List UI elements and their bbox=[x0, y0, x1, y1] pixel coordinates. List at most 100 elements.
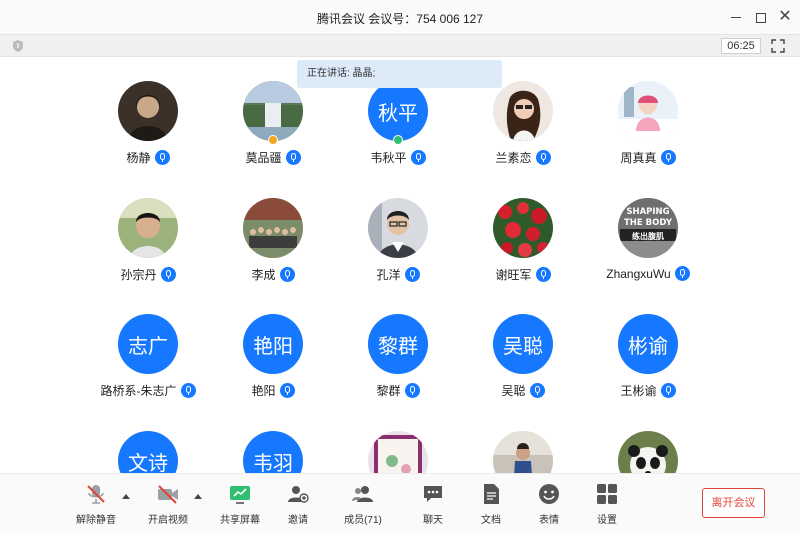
avatar: 秋平 bbox=[368, 81, 428, 141]
avatar: 艳阳 bbox=[243, 314, 303, 374]
document-icon bbox=[484, 484, 499, 504]
avatar-photo bbox=[493, 198, 553, 258]
avatar-photo bbox=[118, 81, 178, 141]
window-title: 腾讯会议 会议号：754 006 127 bbox=[316, 12, 484, 26]
unmute-button[interactable]: 解除静音 bbox=[66, 482, 126, 528]
participant-name: 韦秋平 bbox=[370, 151, 407, 165]
participant-name-row: 周真真 bbox=[588, 149, 708, 166]
avatar bbox=[243, 81, 303, 141]
shield-icon[interactable] bbox=[12, 39, 24, 53]
participant-name-row: 路桥系-朱志广 bbox=[88, 382, 208, 399]
share-screen-button[interactable]: 共享屏幕 bbox=[210, 482, 270, 528]
participant-name-row: 孔洋 bbox=[338, 266, 458, 283]
avatar: 志广 bbox=[118, 314, 178, 374]
docs-button[interactable]: 文档 bbox=[461, 482, 521, 528]
avatar-photo-text: SHAPING bbox=[626, 207, 669, 217]
mic-icon bbox=[279, 267, 295, 282]
avatar: SHAPING THE BODY 练出腹肌 bbox=[618, 198, 678, 258]
participant-name: 孔洋 bbox=[376, 268, 401, 282]
mic-icon bbox=[154, 150, 170, 165]
close-icon[interactable]: ✕ bbox=[776, 8, 794, 26]
participant-name-row: 谢旺军 bbox=[463, 266, 583, 283]
share-screen-icon bbox=[230, 486, 250, 504]
participant-name: 艳阳 bbox=[251, 384, 276, 398]
avatar: 彬谕 bbox=[618, 314, 678, 374]
participant-tile[interactable]: 杨静 bbox=[88, 57, 208, 172]
reactions-label: 表情 bbox=[539, 515, 559, 526]
reactions-button[interactable]: 表情 bbox=[519, 482, 579, 528]
participant-tile[interactable] bbox=[588, 407, 708, 473]
chat-button[interactable]: 聊天 bbox=[403, 482, 463, 528]
avatar-photo bbox=[368, 431, 428, 473]
avatar-photo bbox=[618, 431, 678, 473]
participant-tile[interactable]: 周真真 bbox=[588, 57, 708, 172]
participant-name-row: 黎群 bbox=[338, 382, 458, 399]
avatar-photo bbox=[243, 198, 303, 258]
invite-button[interactable]: 邀请 bbox=[268, 482, 328, 528]
participant-tile[interactable]: 韦羽 bbox=[213, 407, 333, 473]
participant-tile[interactable]: 孙宗丹 bbox=[88, 174, 208, 289]
mic-muted-icon bbox=[87, 485, 105, 504]
start-video-button[interactable]: 开启视频 bbox=[138, 482, 198, 528]
leave-meeting-button[interactable]: 离开会议 bbox=[702, 488, 765, 518]
meeting-timer: 06:25 bbox=[721, 38, 761, 54]
participant-tile[interactable]: 李成 bbox=[213, 174, 333, 289]
participant-name: ZhangxuWu bbox=[606, 267, 671, 281]
fullscreen-icon[interactable] bbox=[770, 38, 786, 54]
participant-tile[interactable]: 黎群 黎群 bbox=[338, 290, 458, 405]
avatar bbox=[368, 431, 428, 473]
mic-icon bbox=[660, 383, 676, 398]
mic-icon bbox=[674, 266, 690, 281]
participant-name: 吴聪 bbox=[501, 384, 526, 398]
add-user-icon bbox=[288, 486, 309, 503]
mic-icon bbox=[160, 267, 176, 282]
participant-tile[interactable] bbox=[463, 407, 583, 473]
mic-icon bbox=[535, 267, 551, 282]
avatar-photo bbox=[368, 198, 428, 258]
participant-name: 孙宗丹 bbox=[120, 268, 157, 282]
avatar: 韦羽 bbox=[243, 431, 303, 473]
title-bar: 腾讯会议 会议号：754 006 127 ✕ bbox=[0, 0, 800, 35]
participant-name: 谢旺军 bbox=[495, 268, 532, 282]
members-label: 成员(71) bbox=[344, 515, 382, 526]
participant-name: 杨静 bbox=[126, 151, 151, 165]
participant-tile[interactable]: SHAPING THE BODY 练出腹肌 ZhangxuWu bbox=[588, 174, 708, 289]
settings-grid-icon bbox=[597, 484, 617, 504]
audio-options-caret[interactable] bbox=[122, 494, 130, 499]
avatar-photo-text: THE BODY bbox=[624, 218, 673, 228]
minimize-icon[interactable] bbox=[727, 8, 745, 26]
avatar-photo bbox=[618, 81, 678, 141]
avatar: 黎群 bbox=[368, 314, 428, 374]
participant-name-row: 兰素恋 bbox=[463, 149, 583, 166]
avatar bbox=[493, 198, 553, 258]
avatar: 吴聪 bbox=[493, 314, 553, 374]
participant-tile[interactable]: 艳阳 艳阳 bbox=[213, 290, 333, 405]
participant-tile[interactable]: 彬谕 王彬谕 bbox=[588, 290, 708, 405]
participant-tile[interactable]: 吴聪 吴聪 bbox=[463, 290, 583, 405]
avatar-photo bbox=[243, 81, 303, 141]
mic-icon bbox=[285, 150, 301, 165]
participant-name-row: ZhangxuWu bbox=[588, 266, 708, 281]
maximize-icon[interactable] bbox=[752, 8, 770, 26]
avatar: 文诗 bbox=[118, 431, 178, 473]
members-button[interactable]: 成员(71) bbox=[333, 482, 393, 528]
participant-name-row: 韦秋平 bbox=[338, 149, 458, 166]
video-options-caret[interactable] bbox=[194, 494, 202, 499]
participant-name-row: 李成 bbox=[213, 266, 333, 283]
avatar-photo-text: 练出腹肌 bbox=[632, 231, 664, 241]
participant-tile[interactable]: 孔洋 bbox=[338, 174, 458, 289]
avatar-photo bbox=[493, 431, 553, 473]
mic-icon bbox=[535, 150, 551, 165]
emoji-icon bbox=[539, 484, 559, 504]
mic-icon bbox=[404, 383, 420, 398]
settings-button[interactable]: 设置 bbox=[577, 482, 637, 528]
participant-name-row: 艳阳 bbox=[213, 382, 333, 399]
mic-icon bbox=[180, 383, 196, 398]
mic-icon bbox=[660, 150, 676, 165]
invite-label: 邀请 bbox=[288, 515, 308, 526]
mic-icon bbox=[404, 267, 420, 282]
participant-tile[interactable]: 谢旺军 bbox=[463, 174, 583, 289]
participant-tile[interactable]: 文诗 bbox=[88, 407, 208, 473]
participant-tile[interactable] bbox=[338, 407, 458, 473]
participant-tile[interactable]: 志广路桥系-朱志广 bbox=[88, 290, 208, 405]
